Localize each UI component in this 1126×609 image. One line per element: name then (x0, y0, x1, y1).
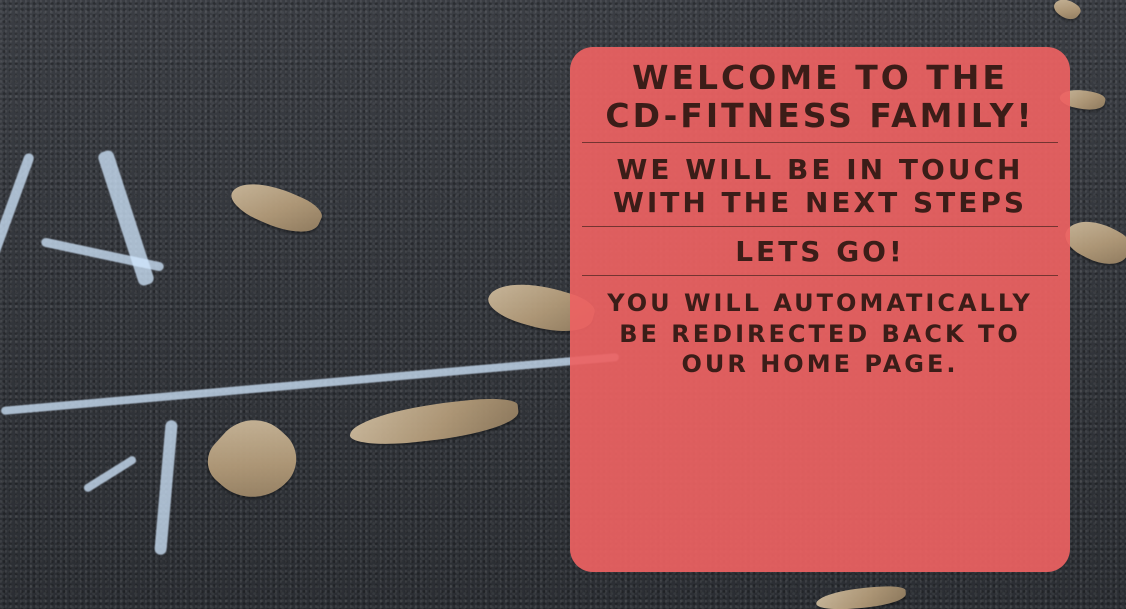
dry-leaf (1051, 0, 1083, 24)
lets-go-text: LETS GO! (735, 235, 905, 269)
dry-leaf (347, 395, 521, 449)
next-steps-message: WE WILL BE IN TOUCH WITH THE NEXT STEPS (612, 153, 1028, 220)
chalk-stroke (0, 352, 620, 416)
chalk-stroke (0, 151, 36, 269)
welcome-card: WELCOME TO THE CD-FITNESS FAMILY! WE WIL… (570, 47, 1070, 572)
welcome-title: WELCOME TO THE CD-FITNESS FAMILY! (605, 58, 1035, 135)
dry-leaf (815, 584, 907, 609)
redirect-message: YOU WILL AUTOMATICALLY BE REDIRECTED BAC… (607, 288, 1033, 379)
dry-leaf (197, 403, 310, 517)
dry-leaf (226, 170, 326, 244)
chalk-stroke (154, 419, 178, 556)
chalk-stroke (82, 454, 138, 494)
